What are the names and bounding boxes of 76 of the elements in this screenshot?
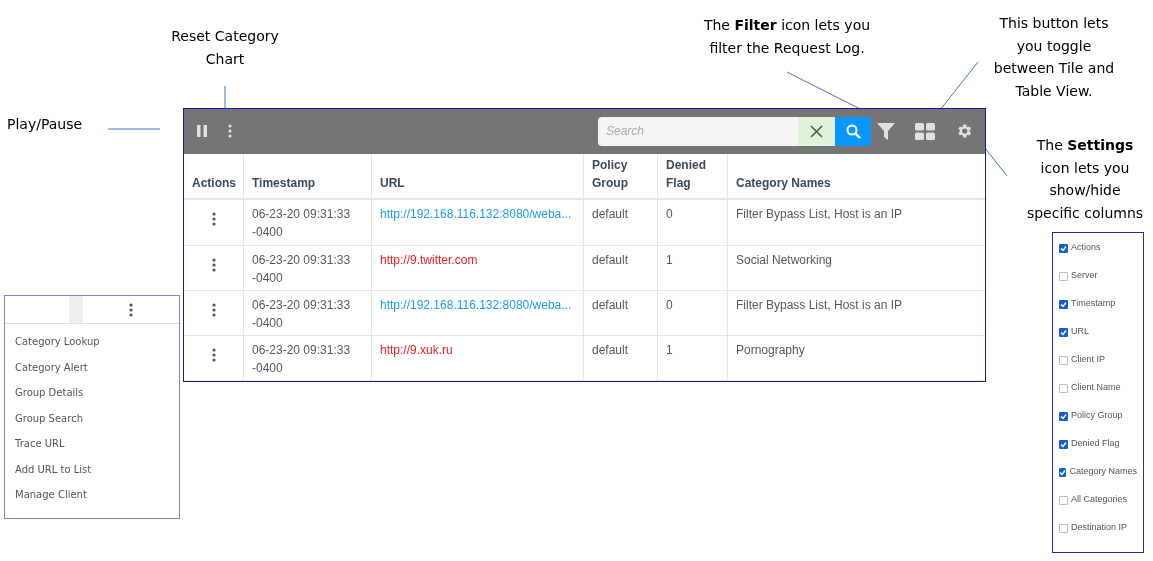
- checkbox[interactable]: [1059, 327, 1068, 337]
- table-cell: Filter Bypass List, Host is an IP: [736, 207, 903, 222]
- annotation-text: The Filter icon lets you filter the Request Log.: [702, 16, 872, 58]
- menu-item[interactable]: Category Lookup: [15, 334, 100, 351]
- row-menu-icon[interactable]: [211, 302, 216, 317]
- table-cell: 0: [666, 297, 673, 312]
- url-link[interactable]: http://9.xuk.ru: [380, 342, 453, 357]
- table-cell: default: [592, 342, 629, 357]
- table-cell: 0: [666, 207, 673, 222]
- annotation-text: The Settings icon lets you show/hide specific columns: [1026, 136, 1144, 223]
- checkbox-label: Category Names: [1069, 465, 1137, 479]
- url-link[interactable]: http://9.twitter.com: [380, 252, 478, 267]
- row-menu-icon[interactable]: [211, 257, 216, 272]
- table-cell: 06-23-20 09:31:33 -0400: [252, 207, 351, 240]
- menu-item[interactable]: Group Details: [15, 385, 84, 402]
- annotation-text: Reset Category Chart: [170, 27, 280, 69]
- search-icon: [845, 123, 861, 139]
- annotation-text: This button lets you toggle between Tile and Table View.: [992, 14, 1116, 101]
- leader-line: [939, 61, 979, 111]
- table-cell: 06-23-20 09:31:33 -0400: [252, 297, 351, 330]
- checkbox[interactable]: [1059, 495, 1068, 505]
- checkbox-label: Actions: [1071, 241, 1101, 255]
- annotation-text: Play/Pause: [7, 115, 83, 134]
- column-header: Timestamp: [252, 175, 316, 193]
- checkbox[interactable]: [1059, 243, 1068, 253]
- checkbox-label: Policy Group: [1071, 409, 1123, 423]
- pause-icon[interactable]: [196, 124, 208, 139]
- menu-item[interactable]: Add URL to List: [15, 461, 92, 478]
- checkbox[interactable]: [1059, 523, 1068, 533]
- checkbox[interactable]: [1059, 271, 1068, 281]
- tile-view-icon[interactable]: [915, 122, 935, 140]
- row-menu-icon[interactable]: [129, 302, 133, 317]
- checkbox[interactable]: [1059, 439, 1068, 449]
- checkbox-label: Timestamp: [1071, 297, 1116, 311]
- leader-line: [107, 128, 161, 130]
- table-cell: Filter Bypass List, Host is an IP: [736, 297, 903, 312]
- checkbox[interactable]: [1059, 383, 1068, 393]
- checkbox[interactable]: [1059, 355, 1068, 365]
- table-cell: default: [592, 252, 629, 267]
- menu-item[interactable]: Manage Client: [15, 487, 87, 504]
- row-menu-icon[interactable]: [211, 347, 216, 362]
- column-header: Denied Flag: [666, 157, 707, 193]
- checkbox-label: Client Name: [1071, 381, 1121, 395]
- checkbox[interactable]: [1059, 299, 1068, 309]
- checkbox[interactable]: [1059, 411, 1068, 421]
- table-cell: 06-23-20 09:31:33 -0400: [252, 342, 351, 375]
- table-cell: Social Networking: [736, 252, 833, 267]
- table-cell: default: [592, 297, 629, 312]
- table-cell: Pornography: [736, 342, 805, 357]
- table-cell: 06-23-20 09:31:33 -0400: [252, 252, 351, 285]
- row-menu-icon[interactable]: [211, 212, 216, 227]
- table-cell: default: [592, 207, 629, 222]
- search-field[interactable]: Search: [598, 116, 798, 146]
- checkbox-label: Server: [1071, 269, 1098, 283]
- clear-button[interactable]: [798, 116, 835, 146]
- column-header: URL: [380, 175, 405, 193]
- checkbox-label: Destination IP: [1071, 521, 1128, 535]
- checkbox-label: Client IP: [1071, 353, 1105, 367]
- header-strip: [69, 296, 83, 323]
- table-cell: 1: [666, 252, 673, 267]
- filter-icon[interactable]: [877, 122, 895, 140]
- column-header: Actions: [192, 175, 236, 193]
- column-header: Policy Group: [592, 157, 629, 193]
- menu-item[interactable]: Trace URL: [15, 436, 65, 453]
- table-cell: 1: [666, 342, 673, 357]
- leader-line: [984, 147, 1008, 177]
- search-button[interactable]: [835, 116, 871, 146]
- column-header: Category Names: [736, 175, 831, 193]
- checkbox-label: All Categories: [1071, 493, 1128, 507]
- more-icon[interactable]: [228, 124, 232, 139]
- checkbox-label: Denied Flag: [1071, 437, 1120, 451]
- close-icon: [810, 124, 823, 138]
- checkbox-label: URL: [1071, 325, 1089, 339]
- menu-item[interactable]: Category Alert: [15, 359, 88, 376]
- checkbox[interactable]: [1059, 467, 1067, 477]
- menu-item[interactable]: Group Search: [15, 410, 83, 427]
